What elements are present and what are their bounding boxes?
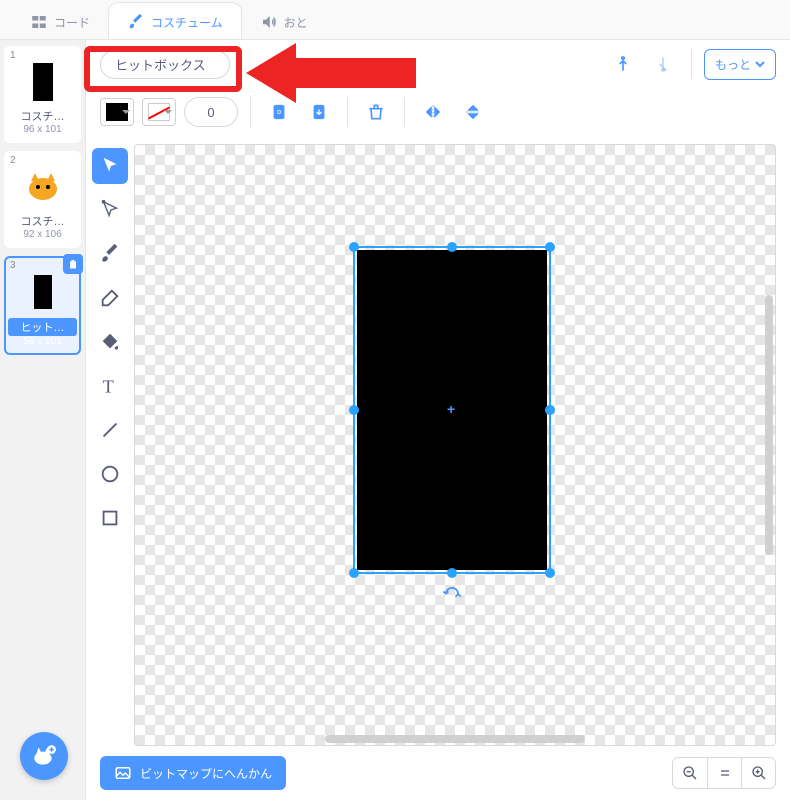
zoom-in-icon	[751, 765, 767, 781]
copy-button[interactable]	[263, 96, 295, 128]
more-button[interactable]: もっと	[704, 49, 776, 80]
tab-code-label: コード	[54, 14, 90, 31]
costume-thumb-2[interactable]: 2 コスチ… 92 x 106	[4, 151, 81, 248]
brush-icon	[127, 13, 145, 31]
separator	[691, 49, 692, 79]
resize-handle-s[interactable]	[447, 568, 457, 578]
thumb-dim: 92 x 106	[8, 229, 77, 240]
ungroup-button[interactable]	[647, 48, 679, 80]
resize-handle-se[interactable]	[545, 568, 555, 578]
costume-thumb-1[interactable]: 1 コスチ… 96 x 101	[4, 46, 81, 143]
tab-code[interactable]: コード	[12, 3, 108, 39]
zoom-in-button[interactable]	[741, 758, 775, 788]
thumb-dim: 96 x 101	[8, 124, 77, 135]
resize-handle-e[interactable]	[545, 405, 555, 415]
tab-costumes-label: コスチューム	[151, 14, 223, 31]
select-tool[interactable]	[92, 148, 128, 184]
thumb-label: コスチ…	[8, 213, 77, 229]
line-tool[interactable]	[92, 412, 128, 448]
editor-bottom-bar: ビットマップにへんかん	[86, 746, 790, 800]
thumb-preview	[20, 268, 66, 316]
cat-plus-icon	[31, 743, 57, 769]
convert-to-bitmap-button[interactable]: ビットマップにへんかん	[100, 756, 286, 790]
outline-width-input[interactable]	[184, 97, 238, 127]
separator	[347, 97, 348, 127]
resize-handle-nw[interactable]	[349, 242, 359, 252]
costume-list: 1 コスチ… 96 x 101 2 コスチ… 92 x 106 3 ヒット… 5…	[0, 40, 86, 800]
delete-thumb-button[interactable]	[63, 254, 83, 274]
tab-costumes[interactable]: コスチューム	[108, 2, 242, 39]
editor-top-row-2	[86, 88, 790, 136]
fill-color-picker[interactable]	[100, 98, 134, 126]
resize-handle-n[interactable]	[447, 242, 457, 252]
thumb-index: 3	[10, 260, 16, 271]
oval-tool[interactable]	[92, 456, 128, 492]
tool-palette: T	[86, 136, 134, 746]
add-costume-button[interactable]	[20, 732, 68, 780]
zoom-out-icon	[682, 765, 698, 781]
group-button[interactable]	[607, 48, 639, 80]
code-icon	[30, 13, 48, 31]
zoom-out-button[interactable]	[673, 758, 707, 788]
image-icon	[114, 764, 132, 782]
text-tool[interactable]: T	[92, 368, 128, 404]
paint-editor: もっと T	[86, 40, 790, 800]
separator	[404, 97, 405, 127]
brush-tool[interactable]	[92, 236, 128, 272]
center-crosshair: +	[447, 401, 455, 417]
thumb-label: コスチ…	[8, 108, 77, 124]
separator	[250, 97, 251, 127]
sound-icon	[260, 13, 278, 31]
tab-bar: コード コスチューム おと	[0, 0, 790, 40]
zoom-reset-button[interactable]	[707, 758, 741, 788]
fill-tool[interactable]	[92, 324, 128, 360]
canvas-scrollbar-vertical[interactable]	[765, 295, 773, 555]
thumb-index: 2	[10, 155, 16, 166]
paste-button[interactable]	[303, 96, 335, 128]
canvas[interactable]: +	[134, 144, 776, 746]
svg-text:T: T	[103, 376, 114, 396]
more-label: もっと	[715, 56, 751, 73]
delete-button[interactable]	[360, 96, 392, 128]
zoom-controls	[672, 757, 776, 789]
flip-horizontal-button[interactable]	[417, 96, 449, 128]
costume-name-input[interactable]	[100, 50, 230, 79]
reshape-tool[interactable]	[92, 192, 128, 228]
cat-icon	[23, 167, 63, 207]
costume-thumb-3[interactable]: 3 ヒット… 58 x 101	[4, 256, 81, 355]
resize-handle-ne[interactable]	[545, 242, 555, 252]
thumb-index: 1	[10, 50, 16, 61]
equals-icon	[717, 765, 733, 781]
canvas-scrollbar-horizontal[interactable]	[325, 735, 585, 743]
resize-handle-w[interactable]	[349, 405, 359, 415]
flip-vertical-button[interactable]	[457, 96, 489, 128]
thumb-label: ヒット…	[8, 318, 77, 336]
rect-tool[interactable]	[92, 500, 128, 536]
workspace: T +	[86, 136, 790, 746]
eraser-tool[interactable]	[92, 280, 128, 316]
chevron-down-icon	[755, 59, 765, 69]
rotation-handle[interactable]	[443, 587, 461, 601]
editor-top-row-1: もっと	[86, 40, 790, 88]
tab-sounds[interactable]: おと	[242, 3, 326, 39]
thumb-dim: 58 x 101	[8, 336, 77, 347]
outline-color-picker[interactable]	[142, 98, 176, 126]
thumb-preview	[20, 58, 66, 106]
tab-sounds-label: おと	[284, 14, 308, 31]
convert-label: ビットマップにへんかん	[140, 765, 272, 782]
thumb-preview	[20, 163, 66, 211]
resize-handle-sw[interactable]	[349, 568, 359, 578]
